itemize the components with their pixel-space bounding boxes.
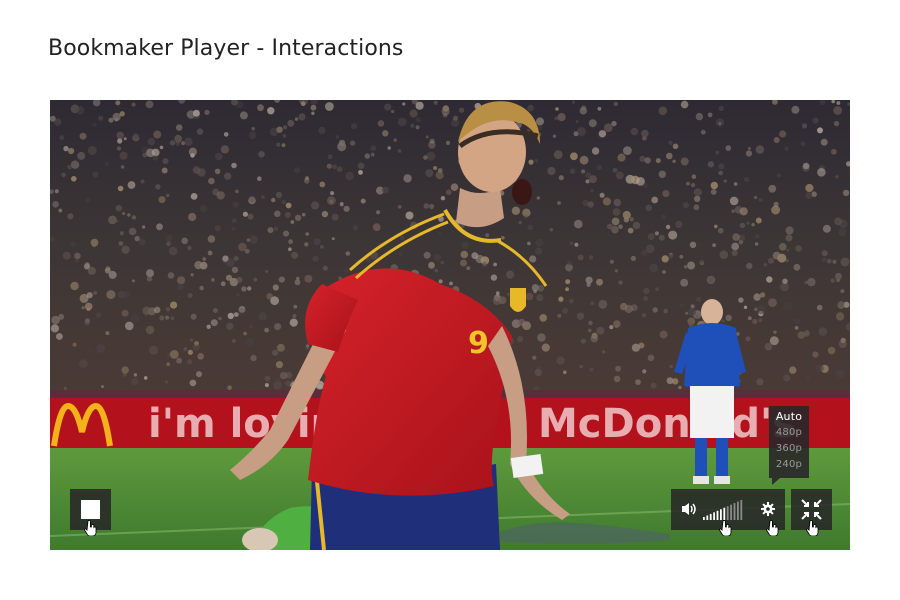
volume-bar[interactable]	[726, 506, 729, 520]
volume-bar[interactable]	[720, 509, 722, 520]
fullscreen-exit-icon	[801, 499, 822, 520]
speaker-icon[interactable]	[681, 501, 697, 517]
banner-text-right: McDonald's	[538, 401, 796, 447]
volume-bar[interactable]	[713, 512, 715, 520]
video-frame[interactable]: i'm lovin' it McDonald's	[50, 100, 850, 550]
volume-bar[interactable]	[709, 513, 712, 520]
quality-option[interactable]: 360p	[769, 441, 809, 457]
quality-option[interactable]: 480p	[769, 425, 809, 441]
fullscreen-button[interactable]	[791, 489, 832, 530]
gear-icon[interactable]	[760, 501, 776, 517]
volume-bar[interactable]	[706, 515, 709, 520]
volume-bar[interactable]	[737, 501, 739, 520]
quality-options: Auto 480p 360p 240p	[769, 406, 809, 473]
volume-bar[interactable]	[730, 504, 732, 520]
volume-bar[interactable]	[733, 503, 736, 520]
volume-bar[interactable]	[740, 500, 743, 520]
shirt-number: 9	[468, 326, 489, 361]
volume-control-bar	[671, 489, 785, 530]
page-title: Bookmaker Player - Interactions	[48, 36, 404, 61]
volume-bar[interactable]	[703, 517, 705, 520]
quality-option[interactable]: 240p	[769, 457, 809, 473]
volume-bar[interactable]	[716, 510, 719, 520]
stop-button[interactable]	[70, 489, 111, 530]
volume-slider[interactable]	[702, 499, 744, 521]
volume-bar[interactable]	[723, 507, 726, 520]
video-player[interactable]: i'm lovin' it McDonald's	[50, 100, 850, 550]
quality-menu: Auto 480p 360p 240p	[769, 406, 809, 485]
stop-icon	[81, 500, 100, 519]
quality-option[interactable]: Auto	[769, 409, 809, 425]
